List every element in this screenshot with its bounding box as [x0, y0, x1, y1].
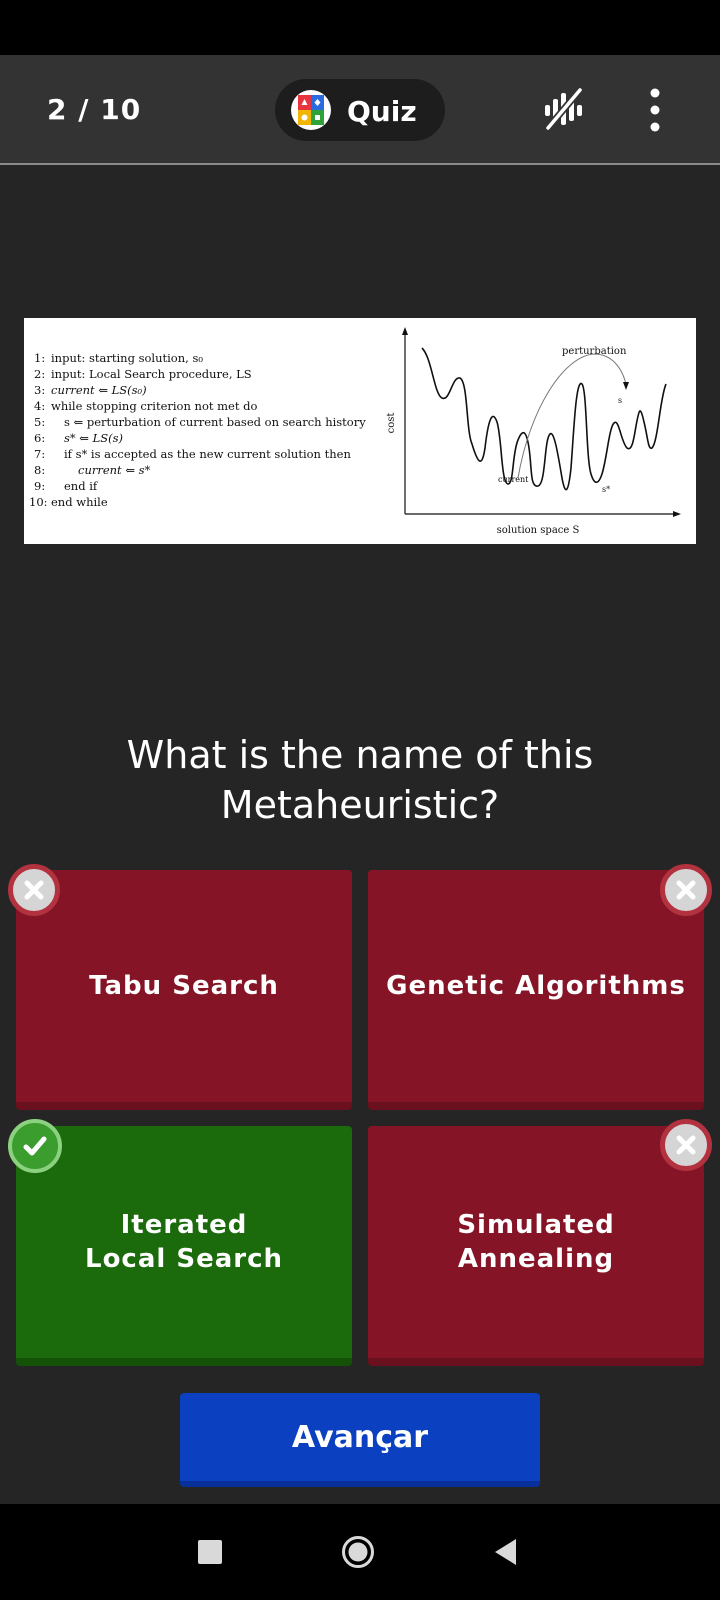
- s-label: s: [618, 396, 622, 405]
- answer-option-simulated-annealing[interactable]: Simulated Annealing: [368, 1126, 704, 1366]
- quiz-mode-pill[interactable]: Quiz: [275, 79, 445, 141]
- cost-curve: [421, 347, 667, 491]
- line-number: 2:: [34, 367, 45, 381]
- line-number: 10:: [29, 495, 48, 509]
- quiz-logo-icon: [291, 90, 331, 130]
- back-triangle-icon[interactable]: [494, 1538, 518, 1566]
- algorithm-line: end if: [64, 479, 98, 493]
- algorithm-line: s ⇐ perturbation of current based on sea…: [64, 415, 366, 429]
- algorithm-line: current ⇐ s*: [78, 463, 151, 477]
- algorithm-line: if s* is accepted as the new current sol…: [64, 447, 351, 461]
- s-star-label: s*: [602, 485, 610, 494]
- line-number: 1:: [34, 351, 45, 365]
- algorithm-line: input: starting solution, s₀: [51, 351, 203, 365]
- line-number: 9:: [34, 479, 45, 493]
- wrong-x-icon: [660, 864, 712, 916]
- sound-off-icon[interactable]: [540, 85, 588, 133]
- line-number: 5:: [34, 415, 45, 429]
- wrong-x-icon: [8, 864, 60, 916]
- question-figure: 1: input: starting solution, s₀ 2: input…: [24, 318, 696, 544]
- recents-square-icon[interactable]: [198, 1540, 222, 1564]
- y-axis-label: cost: [386, 413, 397, 434]
- top-bar: 2 / 10 Quiz: [0, 55, 720, 165]
- x-axis-label: solution space S: [497, 525, 580, 536]
- correct-check-icon: [8, 1119, 62, 1173]
- answer-option-iterated-local-search[interactable]: Iterated Local Search: [16, 1126, 352, 1366]
- answer-label: Simulated Annealing: [457, 1210, 615, 1274]
- question-text: What is the name of this Metaheuristic?: [126, 733, 594, 827]
- algorithm-pseudocode: 1: input: starting solution, s₀ 2: input…: [29, 351, 366, 509]
- system-navigation-bar: [0, 1504, 720, 1600]
- line-number: 4:: [34, 399, 45, 413]
- more-vertical-icon[interactable]: [640, 85, 670, 135]
- current-label: current: [498, 475, 529, 484]
- home-circle-icon[interactable]: [341, 1535, 375, 1569]
- answer-option-genetic-algorithms[interactable]: Genetic Algorithms: [368, 870, 704, 1110]
- x-axis-arrow: [673, 511, 681, 517]
- line-number: 8:: [34, 463, 45, 477]
- algorithm-line: current ⇐ LS(s₀): [51, 383, 147, 397]
- perturbation-label: perturbation: [562, 346, 627, 357]
- quiz-mode-label: Quiz: [347, 95, 417, 128]
- algorithm-line: input: Local Search procedure, LS: [51, 367, 252, 381]
- line-number: 3:: [34, 383, 45, 397]
- question-progress: 2 / 10: [47, 93, 142, 126]
- algorithm-line: while stopping criterion not met do: [51, 399, 257, 413]
- answer-option-tabu-search[interactable]: Tabu Search: [16, 870, 352, 1110]
- answer-label: Tabu Search: [89, 971, 279, 1001]
- y-axis-arrow: [402, 327, 408, 335]
- line-number: 6:: [34, 431, 45, 445]
- answer-label: Genetic Algorithms: [386, 971, 686, 1001]
- next-button[interactable]: Avançar: [180, 1393, 540, 1487]
- perturbation-arrowhead: [623, 382, 629, 390]
- cost-landscape-plot: [402, 327, 681, 517]
- algorithm-line: s* ⇐ LS(s): [64, 431, 123, 445]
- answer-label: Iterated Local Search: [85, 1210, 283, 1274]
- status-bar: [0, 0, 720, 55]
- line-number: 7:: [34, 447, 45, 461]
- wrong-x-icon: [660, 1119, 712, 1171]
- algorithm-line: end while: [51, 495, 108, 509]
